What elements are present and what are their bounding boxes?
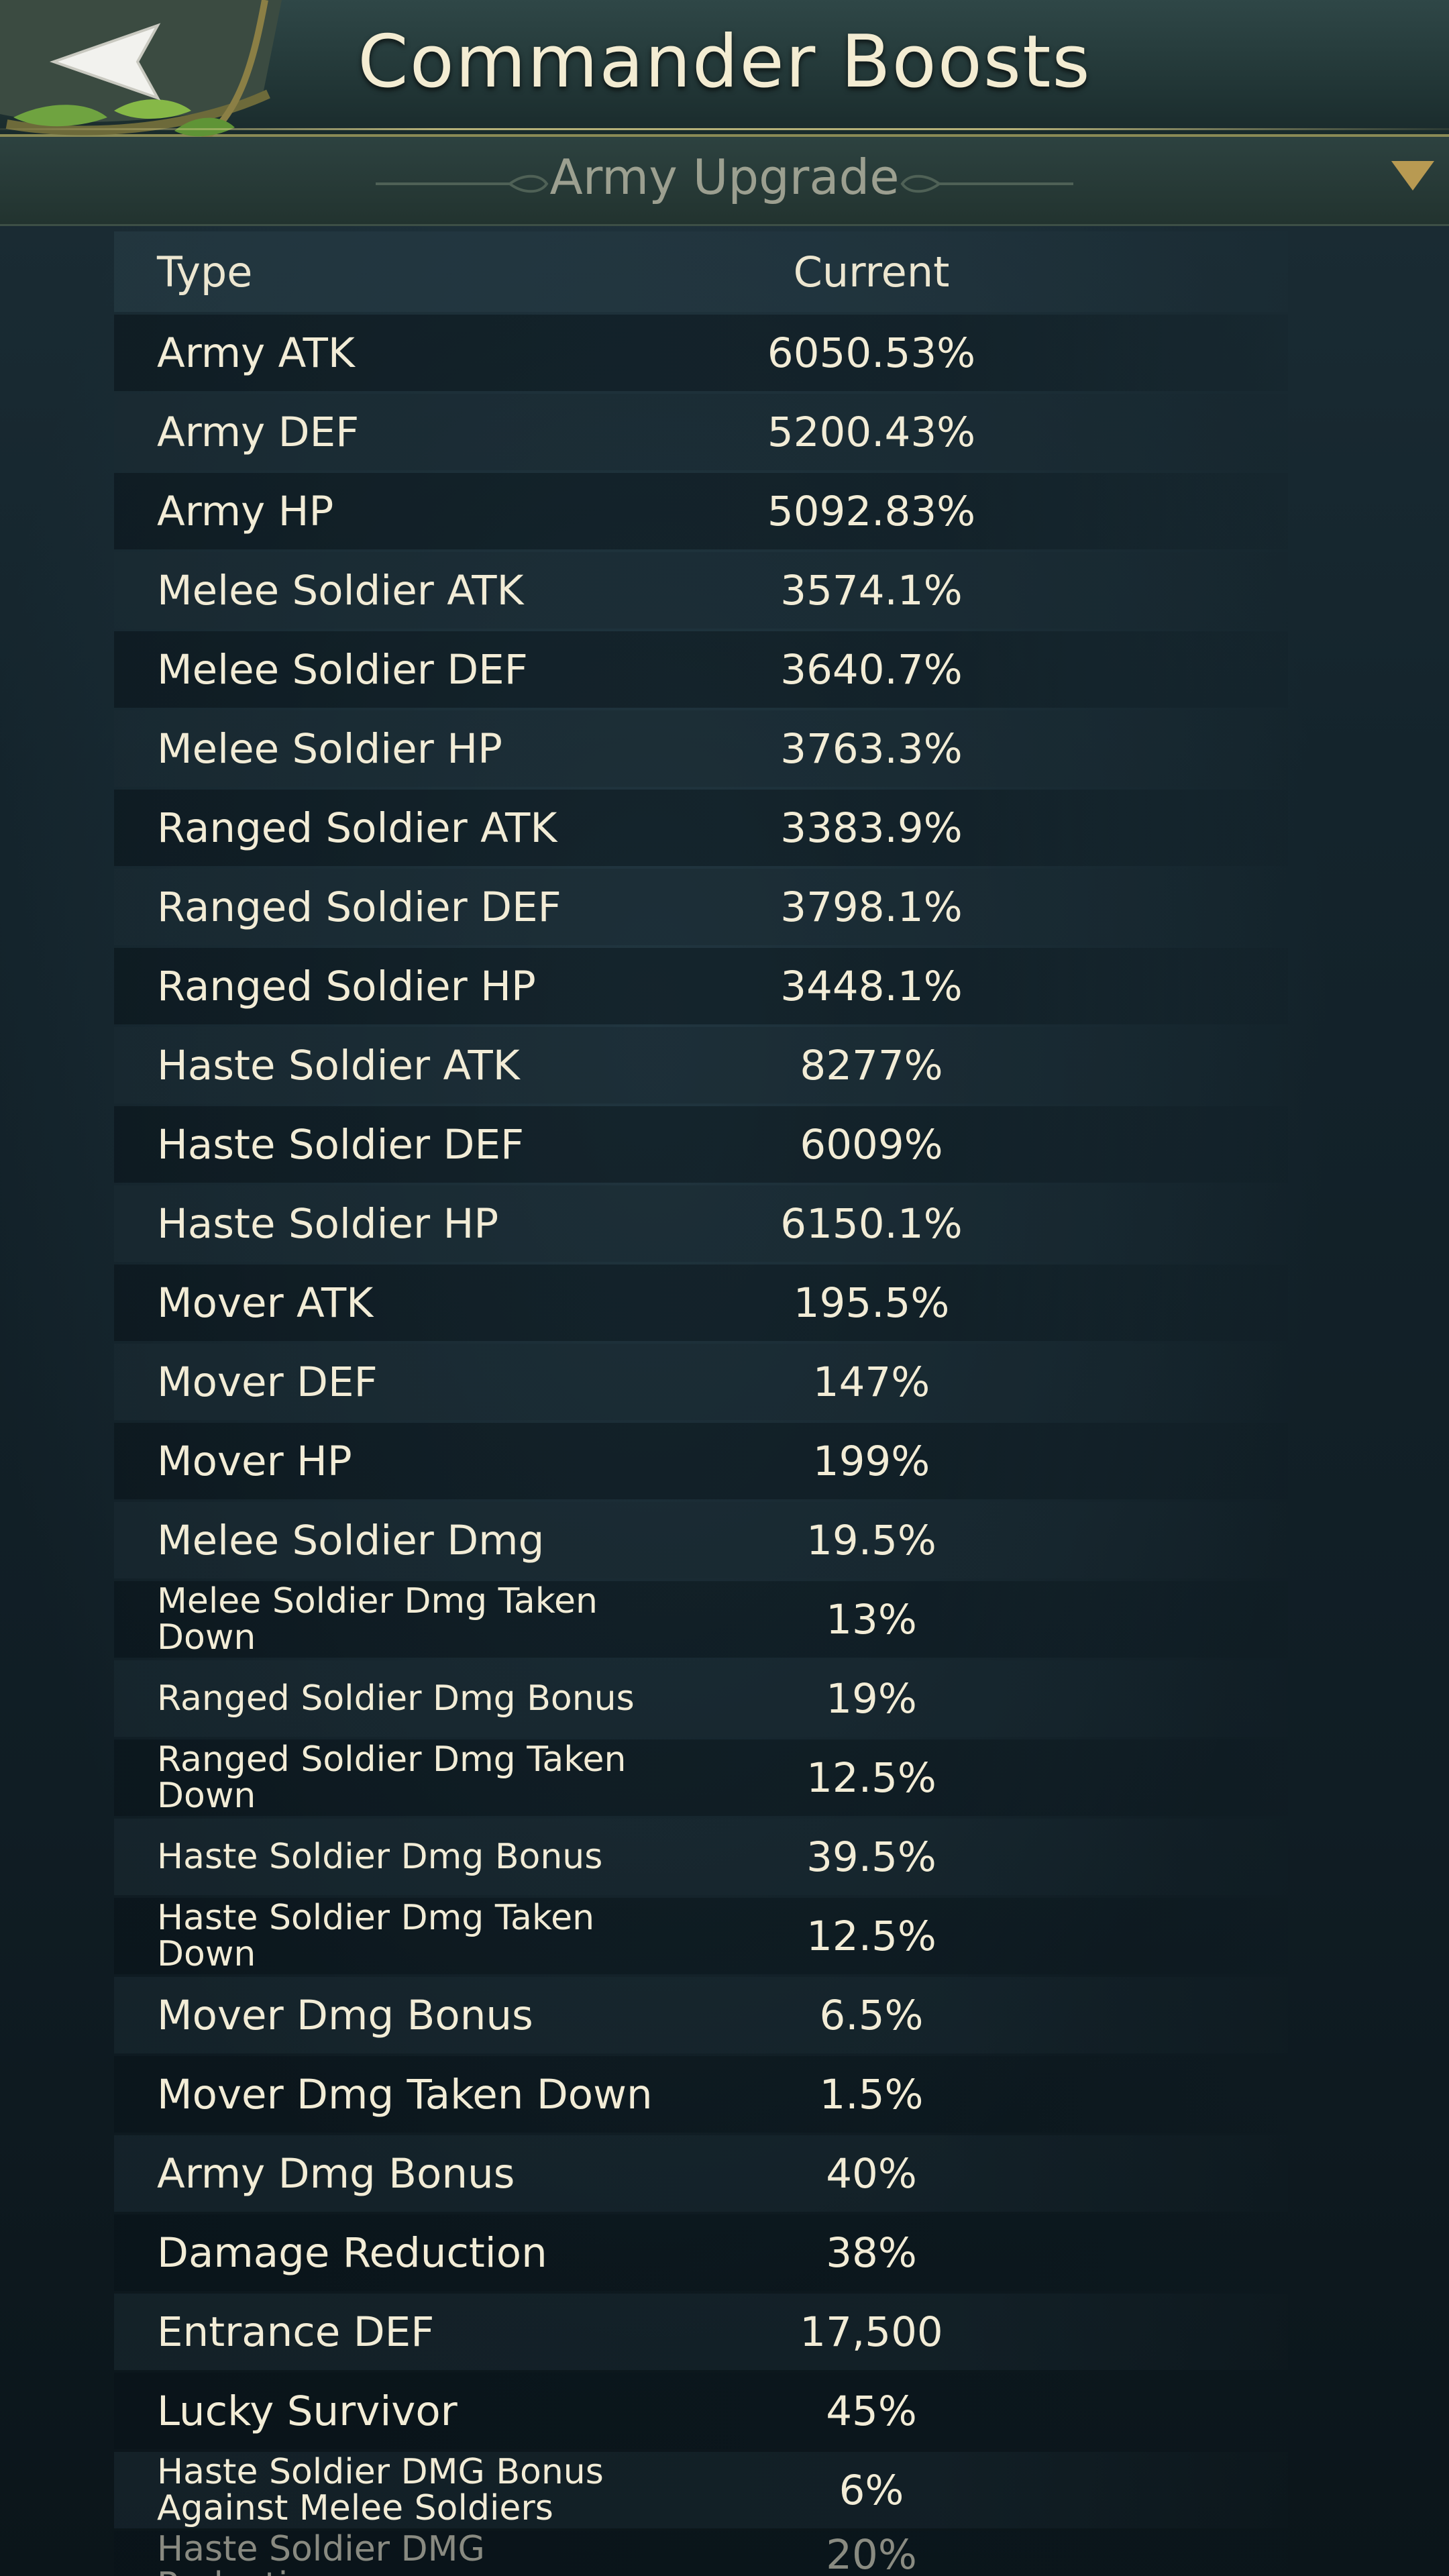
row-current: 20% bbox=[826, 2531, 917, 2576]
row-type: Lucky Survivor bbox=[157, 2387, 458, 2435]
row-current: 3574.1% bbox=[780, 566, 963, 614]
row-type: Haste Soldier HP bbox=[157, 1199, 499, 1248]
row-current: 17,500 bbox=[800, 2308, 943, 2356]
row-type: Mover Dmg Taken Down bbox=[157, 2070, 653, 2118]
triangle-down-icon[interactable] bbox=[1391, 161, 1434, 191]
page-title: Commander Boosts bbox=[358, 20, 1091, 104]
table-row: Haste Soldier DMG Bonus Against Melee So… bbox=[114, 2452, 1288, 2528]
row-type: Haste Soldier DMG Reduction bbox=[157, 2531, 485, 2576]
row-type: Army ATK bbox=[157, 329, 355, 377]
row-current: 45% bbox=[826, 2387, 917, 2435]
row-type: Haste Soldier Dmg Bonus bbox=[157, 1837, 603, 1877]
row-type: Ranged Soldier HP bbox=[157, 962, 536, 1010]
row-type: Melee Soldier Dmg Taken Down bbox=[157, 1581, 598, 1658]
table-row: Mover DEF 147% bbox=[114, 1344, 1288, 1420]
table-row: Haste Soldier HP 6150.1% bbox=[114, 1185, 1288, 1262]
column-header-type: Type bbox=[157, 247, 253, 297]
row-current: 13% bbox=[826, 1595, 917, 1644]
row-type: Mover Dmg Bonus bbox=[157, 1991, 533, 2039]
row-current: 147% bbox=[812, 1358, 930, 1406]
row-current: 5092.83% bbox=[767, 487, 976, 535]
row-type: Army DEF bbox=[157, 408, 360, 456]
row-type: Entrance DEF bbox=[157, 2308, 435, 2356]
row-current: 12.5% bbox=[806, 1912, 936, 1960]
table-row: Mover ATK 195.5% bbox=[114, 1265, 1288, 1341]
row-type: Mover ATK bbox=[157, 1279, 374, 1327]
table-row: Mover Dmg Taken Down 1.5% bbox=[114, 2056, 1288, 2133]
table-row: Melee Soldier ATK 3574.1% bbox=[114, 552, 1288, 629]
row-current: 3763.3% bbox=[780, 724, 963, 773]
category-dropdown[interactable]: Army Upgrade bbox=[0, 137, 1449, 226]
table-row: Melee Soldier Dmg 19.5% bbox=[114, 1502, 1288, 1578]
commander-boosts-screen: Commander Boosts Army Upgrade Type Curre… bbox=[0, 0, 1449, 2576]
row-type: Haste Soldier Dmg Taken Down bbox=[157, 1898, 595, 1974]
row-current: 6009% bbox=[800, 1120, 943, 1169]
row-type: Melee Soldier HP bbox=[157, 724, 502, 773]
row-type: Melee Soldier DEF bbox=[157, 645, 528, 694]
table-row: Mover Dmg Bonus 6.5% bbox=[114, 1977, 1288, 2053]
table-row: Melee Soldier DEF 3640.7% bbox=[114, 631, 1288, 708]
row-current: 3383.9% bbox=[780, 804, 963, 852]
row-current: 3448.1% bbox=[780, 962, 963, 1010]
row-current: 12.5% bbox=[806, 1754, 936, 1802]
row-current: 19% bbox=[826, 1674, 917, 1723]
row-type: Melee Soldier Dmg bbox=[157, 1516, 545, 1564]
table-row: Haste Soldier DEF 6009% bbox=[114, 1106, 1288, 1183]
row-current: 199% bbox=[812, 1437, 930, 1485]
table-row: Haste Soldier Dmg Bonus 39.5% bbox=[114, 1819, 1288, 1895]
row-type: Haste Soldier DEF bbox=[157, 1120, 525, 1169]
row-type: Ranged Soldier ATK bbox=[157, 804, 557, 852]
row-current: 38% bbox=[826, 2229, 917, 2277]
row-current: 6150.1% bbox=[780, 1199, 963, 1248]
row-current: 6050.53% bbox=[767, 329, 976, 377]
table-row: Army Dmg Bonus 40% bbox=[114, 2135, 1288, 2212]
table-row: Ranged Soldier Dmg Taken Down 12.5% bbox=[114, 1739, 1288, 1816]
row-type: Ranged Soldier Dmg Taken Down bbox=[157, 1739, 627, 1816]
row-current: 6.5% bbox=[819, 1991, 924, 2039]
row-current: 195.5% bbox=[793, 1279, 950, 1327]
row-current: 8277% bbox=[800, 1041, 943, 1089]
row-current: 40% bbox=[826, 2149, 917, 2198]
row-current: 19.5% bbox=[806, 1516, 936, 1564]
table-row: Haste Soldier DMG Reduction 20% bbox=[114, 2531, 1288, 2576]
column-header-current: Current bbox=[793, 247, 950, 297]
table-row: Melee Soldier HP 3763.3% bbox=[114, 710, 1288, 787]
table-row: Damage Reduction 38% bbox=[114, 2214, 1288, 2291]
table-row: Ranged Soldier DEF 3798.1% bbox=[114, 869, 1288, 945]
table-row: Ranged Soldier Dmg Bonus 19% bbox=[114, 1660, 1288, 1737]
row-current: 39.5% bbox=[806, 1833, 936, 1881]
table-row: Entrance DEF 17,500 bbox=[114, 2294, 1288, 2370]
dropdown-selected-value: Army Upgrade bbox=[549, 149, 900, 205]
row-type: Army Dmg Bonus bbox=[157, 2149, 515, 2198]
table-row: Ranged Soldier ATK 3383.9% bbox=[114, 790, 1288, 866]
header-bar: Commander Boosts bbox=[0, 0, 1449, 144]
row-current: 5200.43% bbox=[767, 408, 976, 456]
row-current: 3640.7% bbox=[780, 645, 963, 694]
table-row: Lucky Survivor 45% bbox=[114, 2373, 1288, 2449]
row-type: Mover DEF bbox=[157, 1358, 378, 1406]
table-header: Type Current bbox=[114, 231, 1288, 312]
table-row: Haste Soldier ATK 8277% bbox=[114, 1027, 1288, 1104]
row-type: Army HP bbox=[157, 487, 334, 535]
table-row: Ranged Soldier HP 3448.1% bbox=[114, 948, 1288, 1024]
table-row: Army DEF 5200.43% bbox=[114, 394, 1288, 470]
boosts-table: Type Current Army ATK 6050.53% Army DEF 52… bbox=[114, 231, 1288, 2576]
table-row: Army HP 5092.83% bbox=[114, 473, 1288, 549]
row-current: 3798.1% bbox=[780, 883, 963, 931]
row-type: Melee Soldier ATK bbox=[157, 566, 524, 614]
row-type: Ranged Soldier Dmg Bonus bbox=[157, 1678, 635, 1719]
table-row: Mover HP 199% bbox=[114, 1423, 1288, 1499]
row-current: 1.5% bbox=[819, 2070, 924, 2118]
row-type: Haste Soldier ATK bbox=[157, 1041, 520, 1089]
row-type: Ranged Soldier DEF bbox=[157, 883, 561, 931]
table-row: Melee Soldier Dmg Taken Down 13% bbox=[114, 1581, 1288, 1658]
table-row: Army ATK 6050.53% bbox=[114, 315, 1288, 391]
row-type: Haste Soldier DMG Bonus Against Melee So… bbox=[157, 2452, 604, 2528]
row-current: 6% bbox=[839, 2466, 904, 2514]
row-type: Damage Reduction bbox=[157, 2229, 547, 2277]
table-row: Haste Soldier Dmg Taken Down 12.5% bbox=[114, 1898, 1288, 1974]
row-type: Mover HP bbox=[157, 1437, 352, 1485]
